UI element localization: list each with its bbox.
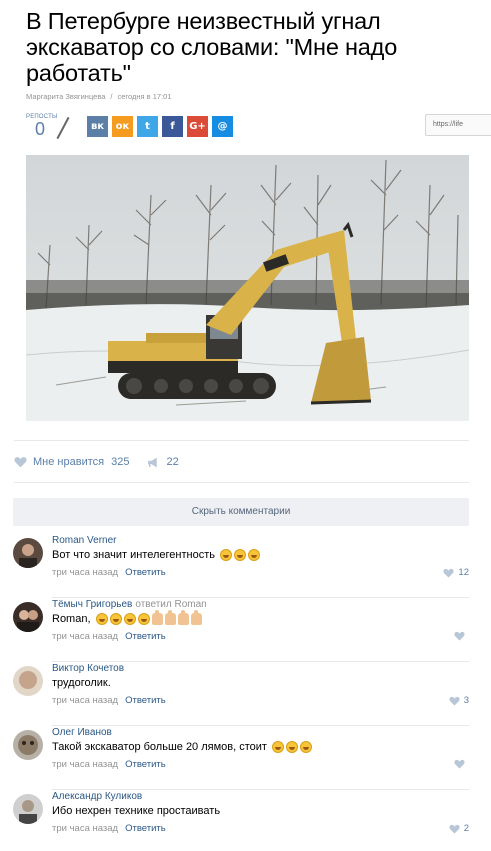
comment-time[interactable]: три часа назад	[52, 695, 118, 706]
avatar[interactable]	[13, 794, 43, 824]
comment-like-button[interactable]: 12	[443, 567, 469, 578]
reply-button[interactable]: Ответить	[125, 567, 166, 578]
laugh-emoji-icon	[123, 613, 136, 625]
publish-date: сегодня в 17:01	[117, 92, 172, 101]
odnoklassniki-share-button[interactable]: ок	[112, 116, 133, 137]
avatar[interactable]	[13, 730, 43, 760]
comment-like-count: 12	[458, 567, 469, 578]
share-url-field[interactable]: https://life	[425, 114, 491, 136]
author-name[interactable]: Маргарита Звягинцева	[26, 92, 105, 101]
heart-icon	[454, 631, 465, 641]
comment-text: трудоголик.	[52, 677, 111, 689]
twitter-icon: t	[145, 121, 150, 132]
comment-time[interactable]: три часа назад	[52, 631, 118, 642]
reply-button[interactable]: Ответить	[125, 823, 166, 834]
comment-item: Александр Куликов Ибо нехрен технике про…	[13, 790, 469, 851]
facebook-icon: f	[170, 121, 175, 132]
laugh-emoji-icon	[95, 613, 108, 625]
megaphone-icon[interactable]	[147, 457, 160, 468]
divider-top	[14, 440, 469, 441]
facebook-share-button[interactable]: f	[162, 116, 183, 137]
reposts-counter: РЕПОСТЫ 0	[26, 114, 57, 139]
heart-icon[interactable]	[14, 456, 27, 468]
comment-text: Такой экскаватор больше 20 лямов, стоит	[52, 741, 313, 753]
comment-like-button[interactable]	[454, 631, 469, 641]
laugh-emoji-icon	[137, 613, 150, 625]
smile-emoji-icon	[300, 741, 313, 753]
comment-item: Roman Verner Вот что значит интелегентно…	[13, 534, 469, 598]
laugh-emoji-icon	[234, 549, 247, 561]
avatar[interactable]	[13, 538, 43, 568]
article-meta: Маргарита Звягинцева / сегодня в 17:01	[26, 92, 172, 101]
vk-icon: вк	[90, 121, 105, 132]
comment-like-button[interactable]: 3	[449, 695, 469, 706]
google-plus-share-button[interactable]: G+	[187, 116, 208, 137]
comment-author[interactable]: Олег Иванов	[52, 727, 112, 738]
laugh-emoji-icon	[109, 613, 122, 625]
divider-reactions	[14, 482, 469, 483]
twitter-share-button[interactable]: t	[137, 116, 158, 137]
comment-like-button[interactable]	[454, 759, 469, 769]
comment-like-count: 2	[463, 823, 469, 834]
comment-footer: три часа назад Ответить	[52, 631, 166, 642]
comment-footer: три часа назад Ответить	[52, 567, 166, 578]
comment-author[interactable]: Александр Куликов	[52, 791, 142, 802]
comment-text: Вот что значит интелегентность	[52, 549, 261, 561]
comment-time[interactable]: три часа назад	[52, 823, 118, 834]
thumbs-up-icon	[190, 610, 202, 625]
avatar[interactable]	[13, 666, 43, 696]
heart-icon	[454, 759, 465, 769]
comment-item: Виктор Кочетов трудоголик. три часа наза…	[13, 662, 469, 726]
article-title: В Петербурге неизвестный угнал экскавато…	[26, 8, 398, 86]
comment-like-button[interactable]: 2	[449, 823, 469, 834]
comment-author[interactable]: Тёмыч Григорьев ответил Roman	[52, 599, 207, 610]
comment-footer: три часа назад Ответить	[52, 823, 166, 834]
smile-emoji-icon	[286, 741, 299, 753]
laugh-emoji-icon	[220, 549, 233, 561]
like-count[interactable]: 325	[111, 456, 129, 468]
excavator-photo-illustration	[26, 155, 469, 421]
comment-text: Roman,	[52, 610, 202, 625]
comment-time[interactable]: три часа назад	[52, 567, 118, 578]
thumbs-up-icon	[164, 610, 176, 625]
comment-footer: три часа назад Ответить	[52, 759, 166, 770]
comment-text: Ибо нехрен технике простаивать	[52, 805, 221, 817]
article-photo	[26, 155, 469, 421]
google-plus-icon: G+	[189, 121, 206, 132]
heart-icon	[443, 568, 454, 578]
comment-like-count: 3	[463, 695, 469, 706]
laugh-emoji-icon	[248, 549, 261, 561]
heart-icon	[449, 696, 460, 706]
thumbs-up-icon	[151, 610, 163, 625]
mail-share-button[interactable]: @	[212, 116, 233, 137]
comment-item: Олег Иванов Такой экскаватор больше 20 л…	[13, 726, 469, 790]
comment-item: Тёмыч Григорьев ответил Roman Roman, три …	[13, 598, 469, 662]
reactions-bar: Мне нравится 325 22	[14, 456, 179, 468]
comment-author[interactable]: Виктор Кочетов	[52, 663, 124, 674]
heart-icon	[449, 824, 460, 834]
thumbs-up-icon	[177, 610, 189, 625]
comment-footer: три часа назад Ответить	[52, 695, 166, 706]
comment-author[interactable]: Roman Verner	[52, 535, 116, 546]
reply-button[interactable]: Ответить	[125, 695, 166, 706]
share-buttons: вк ок t f G+ @	[87, 116, 233, 137]
divider-slash	[56, 116, 70, 140]
like-button-label[interactable]: Мне нравится	[33, 456, 104, 468]
comment-time[interactable]: три часа назад	[52, 759, 118, 770]
reposts-count: 0	[34, 119, 45, 139]
replied-to[interactable]: ответил Roman	[135, 599, 206, 610]
meta-separator: /	[110, 92, 113, 101]
hide-comments-button[interactable]: Скрыть комментарии	[13, 498, 469, 526]
reply-button[interactable]: Ответить	[125, 631, 166, 642]
share-count[interactable]: 22	[166, 456, 178, 468]
smile-emoji-icon	[272, 741, 285, 753]
avatar[interactable]	[13, 602, 43, 632]
mail-icon: @	[217, 121, 228, 132]
reply-button[interactable]: Ответить	[125, 759, 166, 770]
odnoklassniki-icon: ок	[115, 121, 130, 132]
vk-share-button[interactable]: вк	[87, 116, 108, 137]
